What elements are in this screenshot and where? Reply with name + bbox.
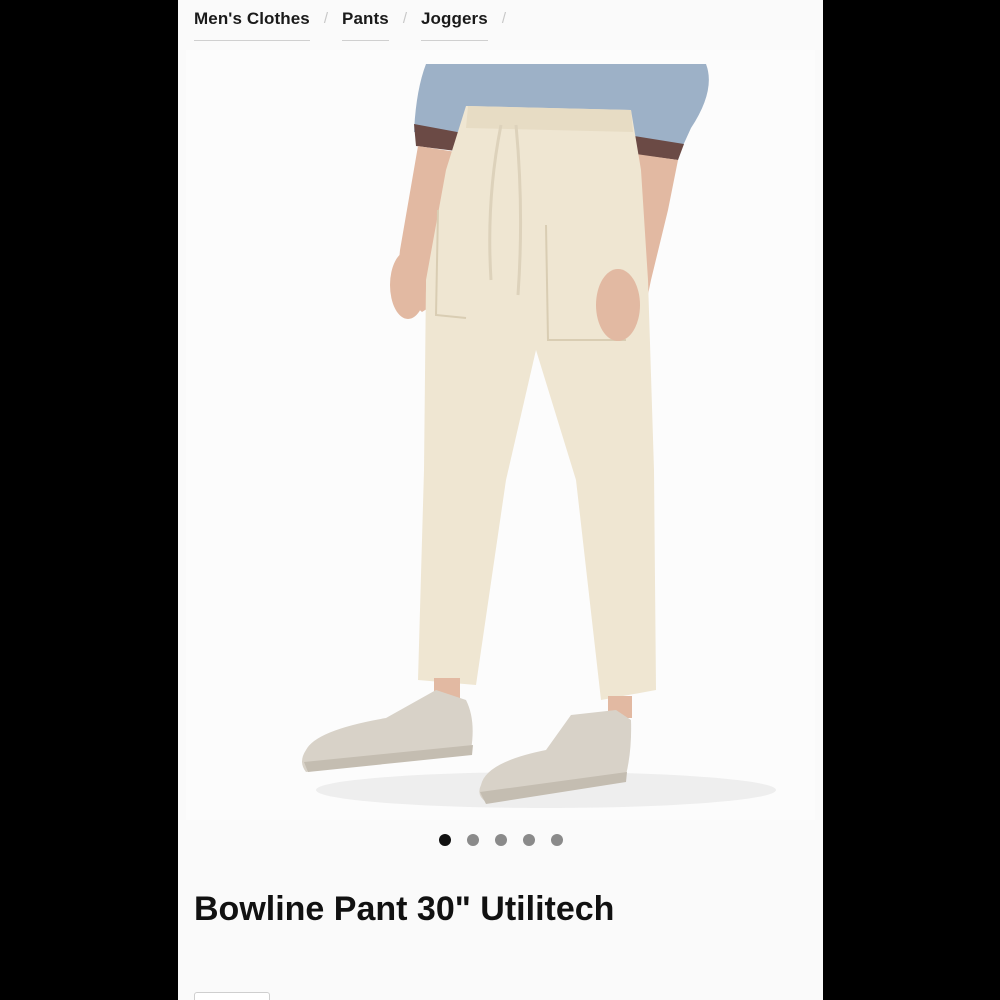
carousel-dot-5[interactable] — [550, 834, 563, 846]
breadcrumb: Men's Clothes / Pants / Joggers / — [194, 8, 520, 42]
breadcrumb-joggers[interactable]: Joggers — [421, 8, 488, 41]
breadcrumb-separator: / — [501, 10, 507, 27]
product-photo-illustration — [302, 64, 776, 808]
product-badge[interactable] — [194, 992, 270, 1000]
breadcrumb-pants[interactable]: Pants — [342, 8, 389, 41]
product-page: Men's Clothes / Pants / Joggers / Bowlin… — [178, 0, 823, 1000]
carousel-dot-2[interactable] — [466, 834, 479, 846]
carousel-dot-3[interactable] — [494, 834, 507, 846]
breadcrumb-separator: / — [402, 10, 407, 27]
image-carousel-dots — [178, 834, 823, 846]
product-image[interactable] — [186, 50, 815, 820]
product-title: Bowline Pant 30" Utilitech — [194, 890, 615, 928]
carousel-dot-1[interactable] — [438, 834, 451, 846]
carousel-dot-4[interactable] — [522, 834, 535, 846]
breadcrumb-mens-clothes[interactable]: Men's Clothes — [194, 8, 310, 41]
breadcrumb-separator: / — [323, 10, 329, 27]
